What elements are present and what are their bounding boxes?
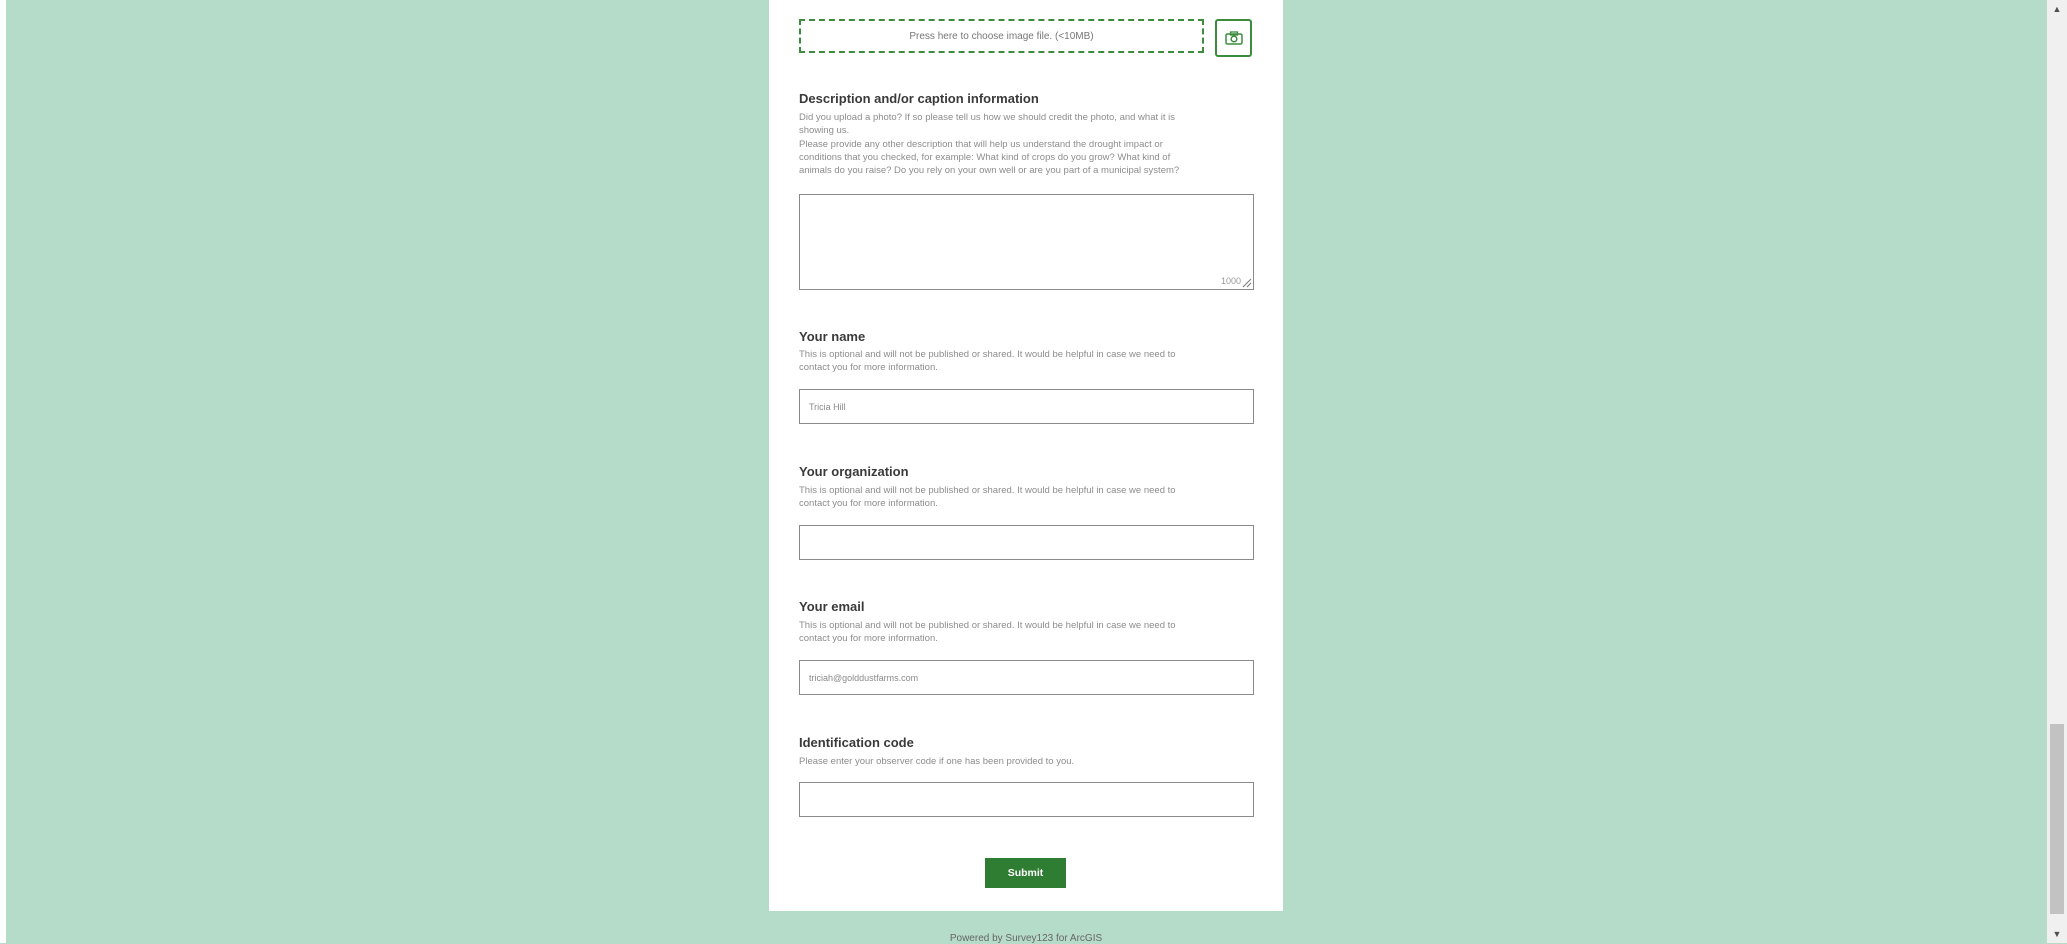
- identification-input[interactable]: [799, 782, 1254, 817]
- hint-line: contact you for more information.: [799, 498, 938, 510]
- organization-input[interactable]: [799, 525, 1254, 560]
- email-hint: This is optional and will not be publish…: [799, 619, 1254, 646]
- hint-line: Please enter your observer code if one h…: [799, 756, 1075, 767]
- description-title: Description and/or caption information: [799, 91, 1039, 106]
- organization-hint: This is optional and will not be publish…: [799, 484, 1254, 511]
- name-title: Your name: [799, 329, 866, 344]
- hint-line: Did you upload a photo? If so please tel…: [799, 112, 1176, 123]
- identification-title: Identification code: [799, 735, 914, 750]
- resize-grip-icon[interactable]: [1242, 278, 1252, 288]
- hint-line: contact you for more information.: [799, 362, 938, 374]
- organization-title: Your organization: [799, 464, 909, 479]
- description-hint: Did you upload a photo? If so please tel…: [799, 111, 1254, 177]
- email-value: triciah@golddustfarms.com: [809, 672, 919, 683]
- vertical-scrollbar[interactable]: ▲ ▼: [2047, 0, 2067, 943]
- camera-button[interactable]: [1215, 19, 1252, 57]
- arrow-up-icon[interactable]: ▲: [2047, 0, 2067, 18]
- arrow-down-icon[interactable]: ▼: [2047, 925, 2067, 943]
- hint-line: This is optional and will not be publish…: [799, 485, 1176, 496]
- hint-line: showing us.: [799, 125, 850, 137]
- hint-line: This is optional and will not be publish…: [799, 349, 1176, 360]
- image-file-prompt: Press here to choose image file. (<10MB): [909, 30, 1094, 42]
- char-limit-counter: 1000: [1220, 276, 1241, 286]
- identification-hint: Please enter your observer code if one h…: [799, 755, 1254, 768]
- image-file-chooser[interactable]: Press here to choose image file. (<10MB): [799, 19, 1204, 53]
- hint-line: contact you for more information.: [799, 633, 938, 645]
- name-value: Tricia Hill: [809, 401, 846, 412]
- description-textarea[interactable]: 1000: [799, 194, 1254, 290]
- name-input[interactable]: Tricia Hill: [799, 389, 1254, 424]
- name-hint: This is optional and will not be publish…: [799, 348, 1254, 375]
- hint-line: This is optional and will not be publish…: [799, 620, 1176, 631]
- submit-button[interactable]: Submit: [985, 858, 1066, 888]
- hint-line: conditions that you checked, for example…: [799, 151, 1171, 163]
- camera-icon: [1224, 31, 1243, 45]
- email-title: Your email: [799, 599, 865, 614]
- scrollbar-thumb[interactable]: [2050, 724, 2064, 914]
- hint-line: animals do you raise? Do you rely on you…: [799, 165, 1180, 177]
- left-edge-strip: [0, 0, 6, 943]
- survey-form: Press here to choose image file. (<10MB)…: [769, 0, 1283, 911]
- email-input[interactable]: triciah@golddustfarms.com: [799, 660, 1254, 695]
- hint-line: Please provide any other description tha…: [799, 138, 1163, 150]
- powered-by-footer[interactable]: Powered by Survey123 for ArcGIS: [769, 933, 1283, 944]
